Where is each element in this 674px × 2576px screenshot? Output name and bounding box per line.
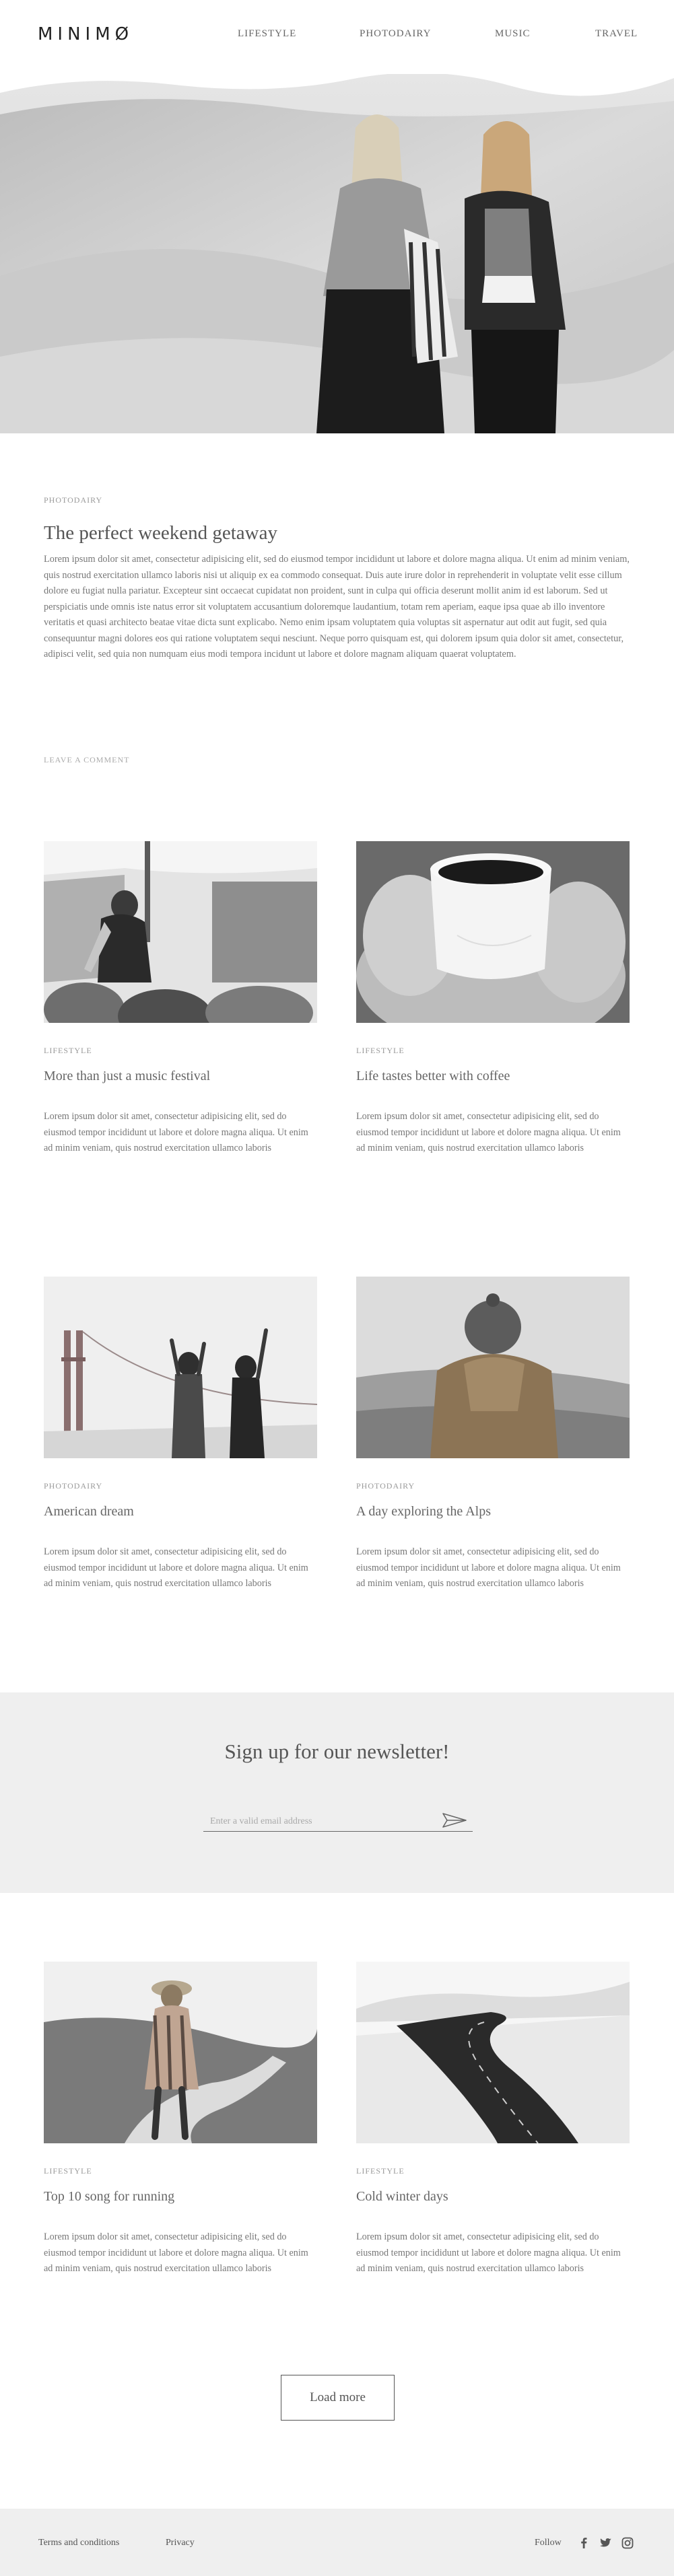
newsletter-section: Sign up for our newsletter!	[0, 1692, 674, 1893]
post-title[interactable]: More than just a music festival	[44, 1069, 210, 1084]
post-card: PHOTODAIRY American dream Lorem ipsum do…	[44, 1277, 317, 1589]
newsletter-title: Sign up for our newsletter!	[224, 1740, 450, 1763]
hero-image	[0, 74, 674, 433]
post-excerpt: Lorem ipsum dolor sit amet, consectetur …	[356, 1546, 621, 1589]
post-excerpt: Lorem ipsum dolor sit amet, consectetur …	[356, 1111, 621, 1153]
article-body: Lorem ipsum dolor sit amet, consectetur …	[44, 554, 630, 659]
terms-link[interactable]: Terms and conditions	[38, 2538, 119, 2548]
site-logo[interactable]: MINIMØ	[38, 24, 133, 44]
post-title[interactable]: A day exploring the Alps	[356, 1504, 491, 1519]
post-excerpt: Lorem ipsum dolor sit amet, consectetur …	[44, 2231, 308, 2274]
post-thumbnail-festival[interactable]	[44, 841, 317, 1023]
leave-comment-link[interactable]: LEAVE A COMMENT	[44, 755, 129, 765]
post-thumbnail-running[interactable]	[44, 1962, 317, 2143]
post-thumbnail-winter-road[interactable]	[356, 1962, 630, 2143]
post-thumbnail-alps[interactable]	[356, 1277, 630, 1458]
follow-label: Follow	[535, 2538, 562, 2548]
instagram-icon[interactable]	[620, 2536, 635, 2550]
post-category[interactable]: LIFESTYLE	[44, 1046, 92, 1056]
post-excerpt: Lorem ipsum dolor sit amet, consectetur …	[356, 2231, 621, 2274]
post-card: LIFESTYLE Cold winter days Lorem ipsum d…	[356, 1962, 630, 2274]
site-footer: Terms and conditions Privacy Follow	[0, 2509, 674, 2576]
post-card: PHOTODAIRY A day exploring the Alps Lore…	[356, 1277, 630, 1589]
twitter-icon[interactable]	[598, 2536, 613, 2550]
load-more-button[interactable]: Load more	[281, 2375, 395, 2421]
article-title: The perfect weekend getaway	[44, 522, 277, 544]
post-card: LIFESTYLE More than just a music festiva…	[44, 841, 317, 1153]
post-category[interactable]: PHOTODAIRY	[44, 1481, 102, 1491]
post-thumbnail-coffee[interactable]	[356, 841, 630, 1023]
nav-music[interactable]: MUSIC	[495, 28, 531, 40]
post-thumbnail-bridge[interactable]	[44, 1277, 317, 1458]
post-title[interactable]: American dream	[44, 1504, 134, 1519]
post-excerpt: Lorem ipsum dolor sit amet, consectetur …	[44, 1111, 308, 1153]
nav-lifestyle[interactable]: LIFESTYLE	[238, 28, 296, 40]
nav-travel[interactable]: TRAVEL	[595, 28, 638, 40]
facebook-icon[interactable]	[576, 2536, 591, 2550]
site-header: MINIMØ LIFESTYLE PHOTODAIRY MUSIC TRAVEL	[0, 0, 674, 67]
article-category[interactable]: PHOTODAIRY	[44, 495, 102, 505]
privacy-link[interactable]: Privacy	[166, 2538, 195, 2548]
post-category[interactable]: PHOTODAIRY	[356, 1481, 415, 1491]
post-title[interactable]: Cold winter days	[356, 2189, 448, 2205]
post-category[interactable]: LIFESTYLE	[356, 1046, 405, 1056]
post-category[interactable]: LIFESTYLE	[44, 2166, 92, 2176]
newsletter-email-input[interactable]	[203, 1812, 473, 1832]
post-excerpt: Lorem ipsum dolor sit amet, consectetur …	[44, 1546, 308, 1589]
paper-plane-icon[interactable]	[440, 1811, 469, 1830]
post-title[interactable]: Top 10 song for running	[44, 2189, 174, 2205]
nav-photodairy[interactable]: PHOTODAIRY	[360, 28, 431, 40]
post-card: LIFESTYLE Top 10 song for running Lorem …	[44, 1962, 317, 2274]
post-title[interactable]: Life tastes better with coffee	[356, 1069, 510, 1084]
post-card: LIFESTYLE Life tastes better with coffee…	[356, 841, 630, 1153]
post-category[interactable]: LIFESTYLE	[356, 2166, 405, 2176]
